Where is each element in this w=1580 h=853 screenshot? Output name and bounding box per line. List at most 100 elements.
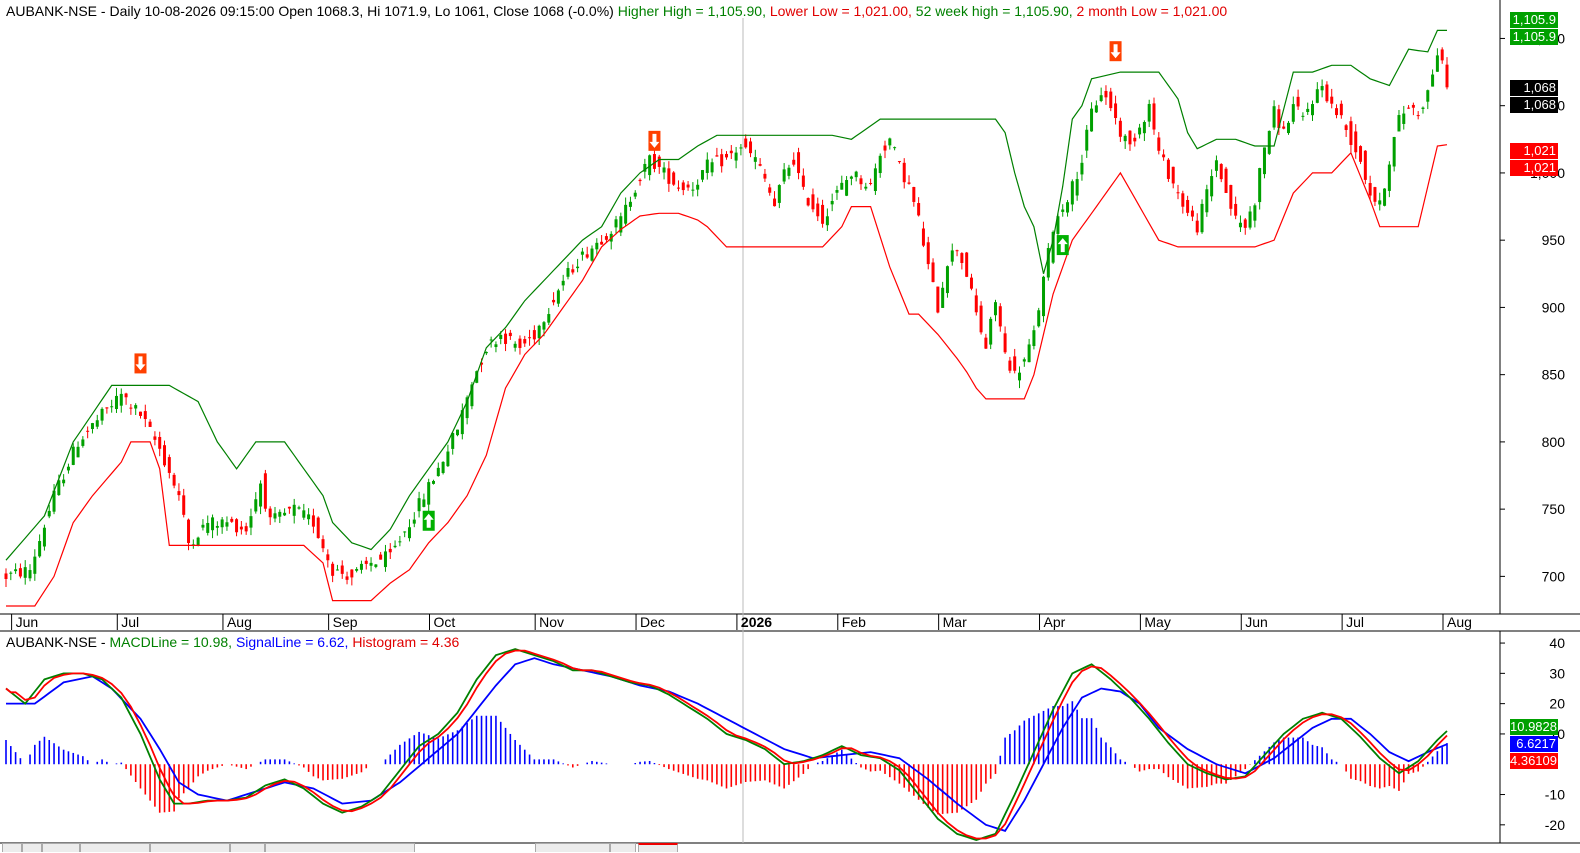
time-axis-label: Oct [433, 614, 455, 630]
candle-up [888, 138, 892, 146]
candle-down [1359, 146, 1363, 162]
candle-up [739, 147, 743, 149]
histogram-label: Histogram = 4.36 [352, 634, 460, 650]
candle-down [585, 254, 589, 258]
candle-down [1109, 91, 1113, 109]
sheet-tab[interactable] [230, 843, 265, 852]
candle-up [945, 266, 949, 294]
candle-down [1162, 154, 1166, 158]
candle-up [941, 287, 945, 308]
sheet-tab[interactable] [2, 843, 22, 852]
candle-up [537, 325, 541, 339]
sheet-tab[interactable] [535, 843, 610, 852]
candle-down [1224, 168, 1228, 193]
candle-down [552, 299, 556, 303]
candle-down [105, 407, 109, 409]
candle-down [1363, 150, 1367, 180]
candle-down [311, 515, 315, 527]
candle-down [177, 491, 181, 496]
candle-down [528, 337, 532, 339]
candle-down [725, 153, 728, 158]
candle-down [1349, 121, 1353, 145]
sheet-tab[interactable] [80, 843, 150, 852]
candle-down [1445, 64, 1449, 88]
month2-low-badge: 1,021 [1510, 160, 1558, 176]
candle-up [830, 201, 834, 205]
candle-up [76, 446, 80, 458]
candle-down [172, 474, 176, 486]
candle-up [1267, 130, 1271, 154]
candle-up [590, 248, 594, 261]
macd-header-symbol: AUBANK-NSE - [6, 634, 106, 650]
candle-down [965, 252, 969, 277]
candle-up [1142, 122, 1146, 134]
candle-up [1075, 179, 1079, 196]
price-axis-label: 750 [1542, 501, 1566, 517]
candle-up [1022, 359, 1026, 362]
candle-down [1008, 360, 1012, 371]
macd-line [5, 648, 1448, 841]
candle-down [936, 286, 940, 313]
candle-down [148, 421, 152, 427]
price-chart-header: AUBANK-NSE - Daily 10-08-2026 09:15:00 O… [6, 3, 1227, 19]
candle-up [1147, 103, 1151, 122]
candle-up [595, 242, 599, 250]
candle-down [1411, 104, 1415, 108]
candle-up [845, 180, 849, 196]
candle-up [1306, 108, 1310, 112]
candle-up [1070, 181, 1074, 205]
time-axis-label: Feb [842, 614, 866, 630]
candle-up [1253, 205, 1257, 221]
candle-down [768, 187, 772, 193]
sheet-tab-active[interactable] [638, 843, 678, 852]
candle-up [1090, 108, 1094, 132]
candle-up [307, 514, 311, 520]
candle-down [1416, 115, 1420, 117]
candle-up [1392, 137, 1396, 167]
candle-down [1234, 203, 1238, 216]
candle-down [1104, 90, 1108, 98]
candle-up [835, 190, 839, 193]
sheet-tab[interactable] [610, 843, 636, 852]
candle-up [1066, 202, 1070, 213]
candle-down [955, 250, 959, 252]
candle-up [1421, 107, 1425, 109]
price-axis-label: 850 [1542, 367, 1566, 383]
sheet-tab[interactable] [42, 843, 80, 852]
candle-down [1296, 96, 1300, 107]
candle-up [95, 420, 99, 427]
candle-up [431, 480, 435, 484]
candle-down [729, 150, 733, 154]
candle-up [119, 393, 123, 406]
candle-up [359, 563, 363, 570]
sheet-tab[interactable] [265, 843, 415, 852]
price-axis-label: 950 [1542, 232, 1566, 248]
candle-down [600, 241, 604, 245]
time-axis-label: Jun [16, 614, 39, 630]
candle-down [321, 539, 325, 549]
candle-up [66, 466, 70, 471]
candle-down [604, 236, 608, 240]
price-axis-label: 800 [1542, 434, 1566, 450]
month2-low-label: 2 month Low = 1,021.00 [1076, 3, 1228, 19]
candle-up [878, 155, 882, 174]
candle-up [854, 171, 858, 178]
candle-up [547, 314, 551, 323]
candle-down [897, 161, 901, 163]
sheet-tab[interactable] [22, 843, 42, 852]
time-axis-label: Mar [943, 614, 967, 630]
close-price-badge: 1,068 [1510, 80, 1558, 96]
candle-up [1426, 90, 1430, 102]
candle-down [869, 183, 873, 185]
candle-down [153, 436, 157, 440]
candle-up [849, 176, 853, 179]
sheet-tab[interactable] [150, 843, 230, 852]
candle-up [1431, 74, 1435, 87]
candle-up [273, 513, 277, 519]
candle-down [926, 242, 930, 265]
candle-down [672, 172, 676, 185]
candle-up [1238, 222, 1242, 228]
signal-value-badge: 6.6217 [1510, 736, 1558, 752]
candle-down [811, 194, 815, 210]
time-axis-label: Jun [1245, 614, 1268, 630]
